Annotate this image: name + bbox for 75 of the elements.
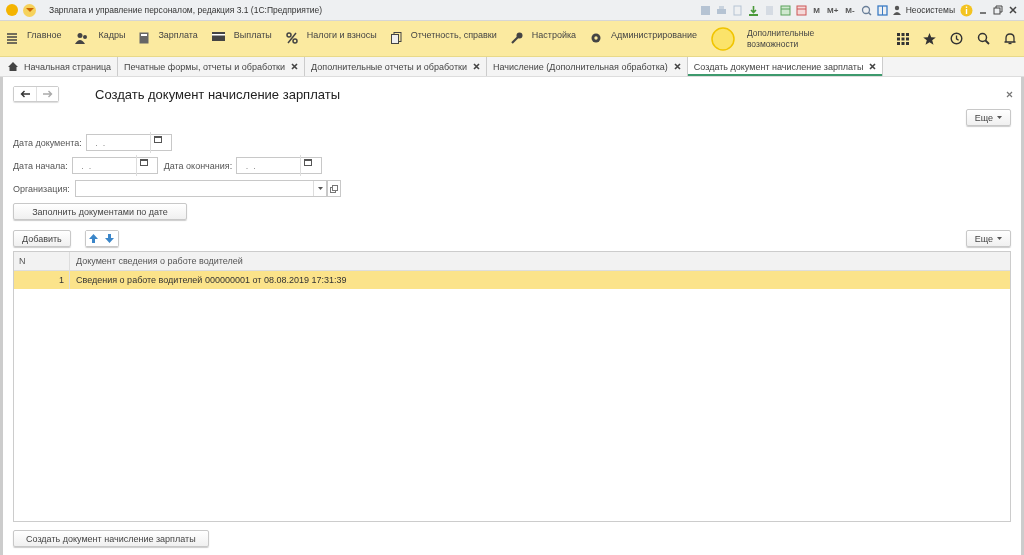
gear-icon	[590, 32, 603, 44]
left-arrow-icon	[20, 90, 30, 98]
right-arrow-icon	[42, 90, 53, 98]
menu-icon	[6, 32, 18, 44]
up-arrow-icon	[89, 234, 99, 243]
back-button[interactable]	[14, 87, 36, 101]
windows-icon	[330, 184, 338, 193]
column-header: N	[14, 252, 70, 270]
documents-icon	[390, 32, 402, 44]
search-icon[interactable]	[977, 32, 990, 45]
restore-icon[interactable]	[993, 5, 1003, 15]
close-tab-icon[interactable]	[291, 63, 299, 70]
field-label: Организация:	[13, 183, 71, 194]
organization-field[interactable]	[75, 180, 327, 197]
sun-icon	[710, 26, 735, 51]
main-menu-button[interactable]	[23, 3, 36, 17]
column-header: Документ сведения о работе водителей	[75, 256, 243, 266]
memory-button[interactable]: M	[812, 5, 821, 15]
caret-icon	[25, 7, 34, 13]
calculator-icon	[139, 32, 150, 44]
section-menu-item[interactable]: Кадры	[75, 21, 126, 56]
close-icon[interactable]	[1008, 5, 1018, 15]
field-label: Дата окончания:	[163, 160, 233, 171]
percent-icon	[285, 32, 298, 44]
history-icon[interactable]	[950, 32, 963, 45]
section-menu-item[interactable]: Дополнительные возможности	[710, 21, 827, 56]
open-button[interactable]	[327, 180, 341, 197]
section-menu-item[interactable]: Главное	[6, 21, 62, 56]
field-label: Дата документа:	[13, 137, 82, 148]
fill-button[interactable]: Заполнить документами по дате	[13, 203, 187, 220]
home-icon	[8, 62, 18, 71]
panel-icon[interactable]	[876, 4, 888, 16]
date-field[interactable]: . .	[85, 134, 172, 151]
add-button[interactable]: Добавить	[13, 230, 71, 247]
download-icon[interactable]	[748, 4, 760, 16]
more-button[interactable]: Еще	[965, 230, 1011, 247]
caret-icon	[997, 116, 1002, 119]
section-menu-item[interactable]: Выплаты	[211, 21, 272, 56]
star-icon[interactable]	[923, 32, 936, 45]
caret-icon	[997, 237, 1002, 240]
form-title: Создать документ начисление зарплаты	[95, 86, 340, 102]
table-row[interactable]: 1 Сведения о работе водителей 000000001 от 08.08.2019 17:31:39	[14, 271, 1010, 289]
memory-button[interactable]: M-	[844, 5, 856, 15]
close-icon[interactable]	[1006, 90, 1013, 98]
section-menu-item[interactable]: Отчетность, справки	[390, 21, 497, 56]
create-button[interactable]: Создать документ начисление зарплаты	[13, 530, 209, 547]
section-menu-item[interactable]: Налоги и взносы	[285, 21, 377, 56]
memory-button[interactable]: M+	[826, 5, 840, 15]
close-tab-icon[interactable]	[869, 63, 877, 70]
grid-menu-icon[interactable]	[897, 32, 909, 45]
move-up-button[interactable]	[85, 231, 102, 246]
tab[interactable]: Создать документ начисление зарплаты	[687, 57, 884, 76]
wrench-icon	[510, 32, 523, 44]
caret-icon	[317, 187, 323, 190]
date-field[interactable]: . .	[71, 157, 158, 174]
bell-icon[interactable]	[1004, 32, 1016, 45]
close-tab-icon[interactable]	[673, 63, 681, 70]
people-icon	[75, 32, 90, 44]
user-name[interactable]: Неосистемы	[905, 5, 955, 15]
close-tab-icon[interactable]	[473, 63, 480, 70]
window-title: Зарплата и управление персоналом, редакция 3.1 (1С:Предприятие)	[49, 5, 323, 15]
dropdown-button[interactable]	[313, 181, 326, 196]
down-arrow-icon	[105, 234, 115, 243]
table-icon[interactable]	[780, 4, 792, 16]
card-icon	[211, 32, 225, 41]
user-icon	[892, 5, 901, 15]
section-menu-item[interactable]: Администрирование	[590, 21, 697, 56]
section-menu-item[interactable]: Зарплата	[139, 21, 198, 56]
section-menu-item[interactable]: Настройка	[510, 21, 577, 56]
table-cell: 1	[14, 271, 70, 289]
date-field[interactable]: . .	[236, 157, 323, 174]
table-cell-text: Сведения о работе водителей 000000001 от 08.08.2019 17:31:39	[75, 275, 347, 285]
zoom-icon[interactable]	[860, 4, 872, 16]
field-label: Дата начала:	[13, 160, 68, 171]
more-button[interactable]: Еще	[965, 109, 1011, 126]
